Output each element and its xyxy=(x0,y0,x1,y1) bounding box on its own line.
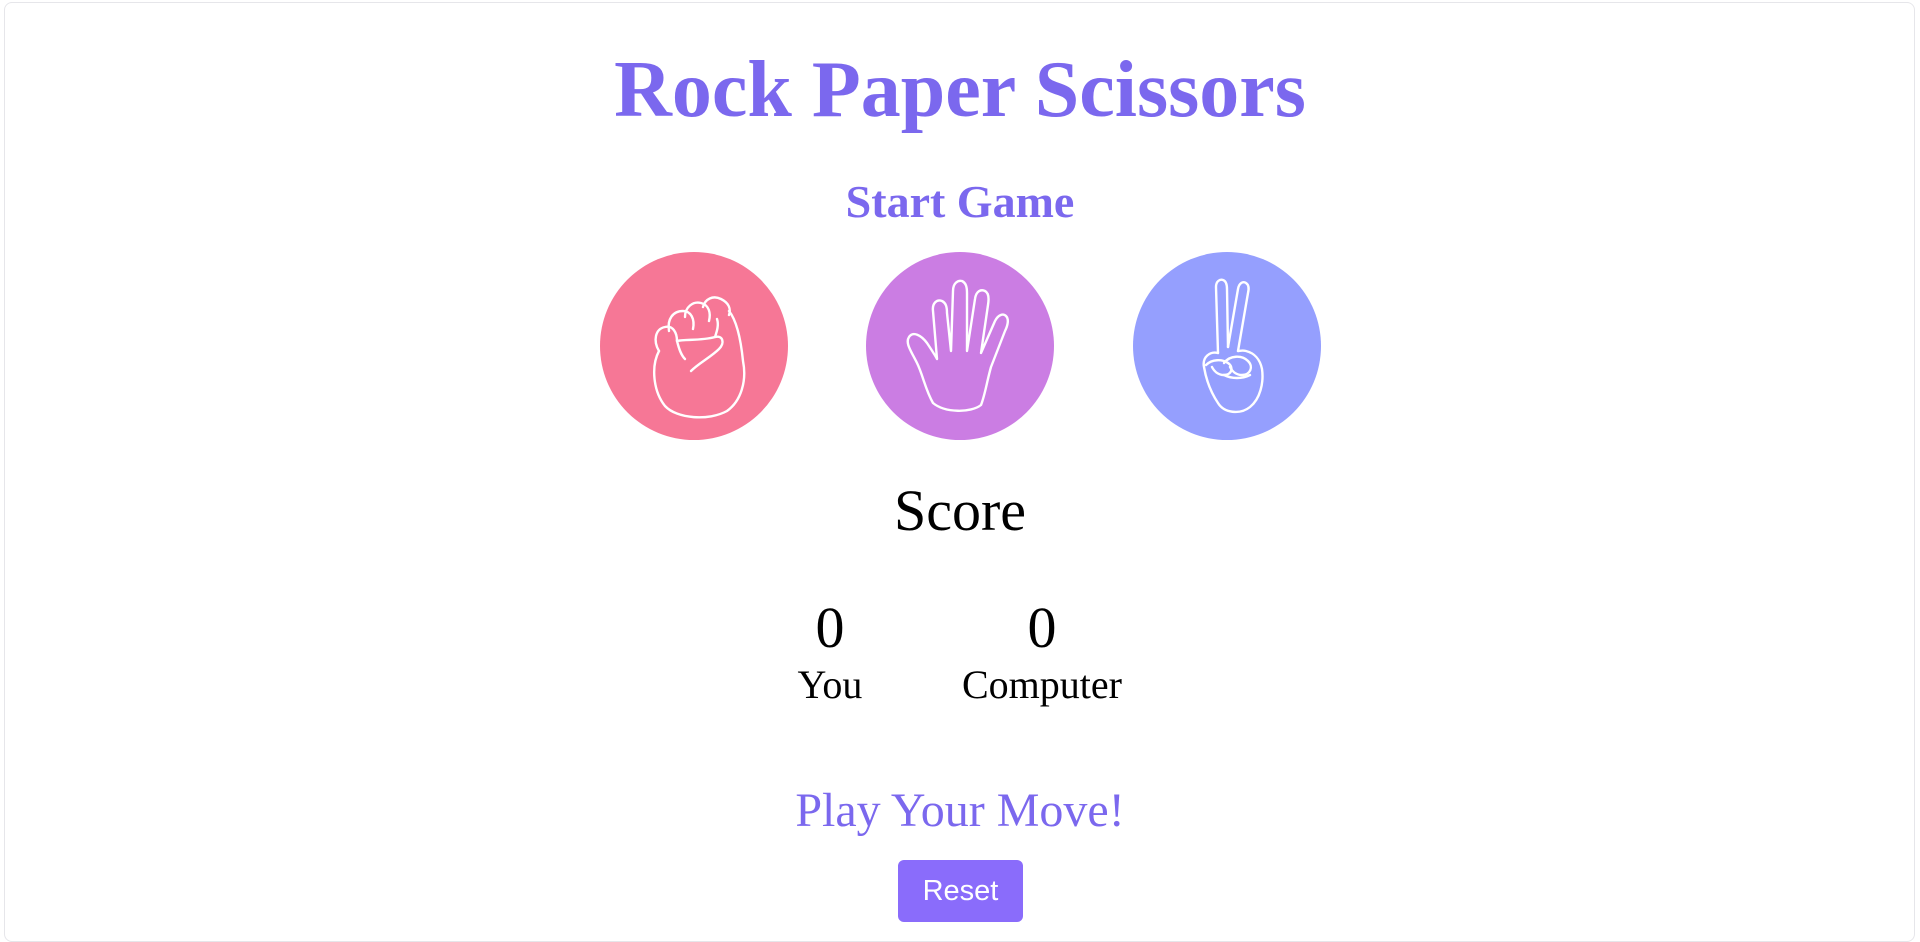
player-score-label: You xyxy=(797,662,863,707)
player-score: 0 You xyxy=(720,594,940,708)
paper-choice-button[interactable] xyxy=(866,252,1054,440)
game-title: Rock Paper Scissors xyxy=(614,46,1306,134)
status-message: Play Your Move! xyxy=(795,784,1125,837)
open-hand-icon xyxy=(906,279,1009,412)
computer-score-value: 0 xyxy=(1027,595,1057,660)
start-game-heading: Start Game xyxy=(845,176,1075,227)
reset-button[interactable]: Reset xyxy=(898,860,1023,922)
score-heading: Score xyxy=(893,478,1027,543)
computer-score-label: Computer xyxy=(962,662,1122,707)
player-score-value: 0 xyxy=(815,595,845,660)
computer-score: 0 Computer xyxy=(932,594,1152,708)
scissors-choice-button[interactable] xyxy=(1133,252,1321,440)
fist-icon xyxy=(653,296,746,419)
rock-choice-button[interactable] xyxy=(600,252,788,440)
peace-hand-icon xyxy=(1202,278,1264,414)
